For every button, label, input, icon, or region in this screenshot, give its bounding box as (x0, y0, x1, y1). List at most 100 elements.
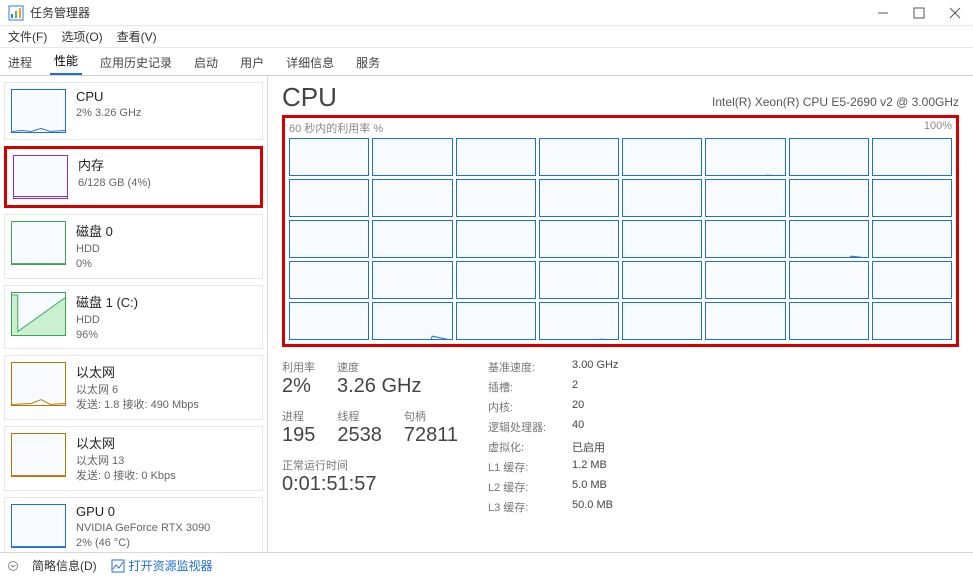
sidebar-item-sub2: 发送: 0 接收: 0 Kbps (76, 469, 176, 484)
cpu-core-cell (456, 179, 536, 217)
brief-info-link[interactable]: 简略信息(D) (32, 557, 97, 574)
thread-value: 2538 (337, 424, 382, 447)
net-thumb (11, 433, 66, 477)
cpu-core-cell (789, 220, 869, 258)
cpu-core-cell (789, 302, 869, 340)
sidebar-item-label: 以太网 (76, 433, 176, 452)
cpu-core-cell (289, 138, 369, 176)
cpu-core-cell (622, 138, 702, 176)
speed-label: 速度 (337, 359, 421, 375)
proc-value: 195 (282, 424, 315, 447)
sidebar-item-sub: 以太网 13 (76, 454, 176, 469)
graph-label: 60 秒内的利用率 % (289, 120, 383, 136)
uptime-value: 0:01:51:57 (282, 473, 458, 496)
menu-file[interactable]: 文件(F) (8, 28, 47, 45)
cpu-core-cell (539, 220, 619, 258)
cpu-core-cell (456, 138, 536, 176)
open-resmon-link[interactable]: 打开资源监视器 (111, 557, 213, 574)
uptime-label: 正常运行时间 (282, 457, 458, 473)
sidebar-item-disk1[interactable]: 磁盘 1 (C:) HDD 96% (4, 285, 263, 350)
cpu-core-cell (289, 302, 369, 340)
sidebar-item-memory[interactable]: 内存 6/128 GB (4%) (4, 146, 263, 208)
sidebar-item-label: 以太网 (76, 362, 199, 381)
menu-view[interactable]: 查看(V) (117, 28, 157, 45)
basespeed-v: 3.00 GHz (572, 359, 618, 375)
maximize-button[interactable] (913, 7, 925, 19)
cpu-core-cell (539, 261, 619, 299)
sidebar-item-sub: 6/128 GB (4%) (78, 176, 151, 191)
window-title: 任务管理器 (30, 4, 877, 21)
cores-v: 20 (572, 399, 618, 415)
tab-history[interactable]: 应用历史记录 (96, 50, 176, 75)
sidebar-item-label: GPU 0 (76, 504, 210, 519)
sidebar-item-cpu[interactable]: CPU 2% 3.26 GHz (4, 82, 263, 140)
basespeed-k: 基准速度: (488, 359, 572, 375)
cpu-core-cell (622, 261, 702, 299)
sidebar-item-gpu0[interactable]: GPU 0 NVIDIA GeForce RTX 3090 2% (46 °C) (4, 497, 263, 552)
sidebar-item-sub: 以太网 6 (76, 383, 199, 398)
util-label: 利用率 (282, 359, 315, 375)
cpu-core-cell (456, 261, 536, 299)
stats-section: 利用率2% 速度3.26 GHz 进程195 线程2538 句柄72811 正常… (282, 359, 959, 515)
cpu-core-cell (872, 138, 952, 176)
memory-thumb (13, 155, 68, 199)
cpu-core-cell (622, 220, 702, 258)
menu-options[interactable]: 选项(O) (61, 28, 102, 45)
l2-k: L2 缓存: (488, 479, 572, 495)
disk-thumb (11, 221, 66, 265)
net-thumb (11, 362, 66, 406)
close-button[interactable] (949, 7, 961, 19)
cpu-core-cell (705, 138, 785, 176)
sidebar-item-eth1[interactable]: 以太网 以太网 13 发送: 0 接收: 0 Kbps (4, 426, 263, 491)
cpu-core-cell (289, 261, 369, 299)
chevron-down-icon[interactable] (8, 561, 18, 571)
tab-processes[interactable]: 进程 (4, 50, 36, 75)
l1-v: 1.2 MB (572, 459, 618, 475)
sidebar-item-eth0[interactable]: 以太网 以太网 6 发送: 1.8 接收: 490 Mbps (4, 355, 263, 420)
sidebar-item-sub2: 发送: 1.8 接收: 490 Mbps (76, 398, 199, 413)
cpu-core-cell (372, 138, 452, 176)
content-pane: CPU Intel(R) Xeon(R) CPU E5-2690 v2 @ 3.… (268, 76, 973, 552)
cpu-core-grid (289, 138, 952, 340)
cpu-core-cell (456, 220, 536, 258)
tab-services[interactable]: 服务 (352, 50, 384, 75)
cpu-core-cell (539, 302, 619, 340)
sidebar-item-label: 磁盘 0 (76, 221, 113, 240)
sidebar-item-sub: HDD (76, 313, 138, 328)
virt-v: 已启用 (572, 439, 618, 455)
sidebar-item-sub: NVIDIA GeForce RTX 3090 (76, 521, 210, 536)
cpu-core-cell (289, 220, 369, 258)
tab-startup[interactable]: 启动 (190, 50, 222, 75)
resmon-icon (111, 559, 125, 573)
handle-label: 句柄 (404, 408, 458, 424)
cpu-utilization-graph[interactable]: 60 秒内的利用率 % 100% (282, 115, 959, 347)
virt-k: 虚拟化: (488, 439, 572, 455)
cpu-core-cell (789, 261, 869, 299)
cpu-core-cell (456, 302, 536, 340)
tab-users[interactable]: 用户 (236, 50, 268, 75)
page-title: CPU (282, 82, 337, 113)
cpu-core-cell (539, 138, 619, 176)
cpu-core-cell (622, 302, 702, 340)
gpu-thumb (11, 504, 66, 548)
cpu-core-cell (705, 220, 785, 258)
cpu-core-cell (372, 261, 452, 299)
menubar: 文件(F) 选项(O) 查看(V) (0, 26, 973, 48)
sidebar-item-sub: HDD (76, 242, 113, 257)
l3-v: 50.0 MB (572, 499, 618, 515)
footer: 简略信息(D) 打开资源监视器 (0, 552, 973, 578)
cpu-core-cell (872, 220, 952, 258)
thread-label: 线程 (337, 408, 382, 424)
sidebar-item-label: 内存 (78, 155, 151, 174)
minimize-button[interactable] (877, 7, 889, 19)
tab-details[interactable]: 详细信息 (282, 50, 338, 75)
sidebar-item-disk0[interactable]: 磁盘 0 HDD 0% (4, 214, 263, 279)
cpu-core-cell (872, 261, 952, 299)
cpu-core-cell (372, 179, 452, 217)
tab-performance[interactable]: 性能 (50, 48, 82, 75)
lprocs-k: 逻辑处理器: (488, 419, 572, 435)
sidebar-item-label: CPU (76, 89, 141, 104)
tabbar: 进程 性能 应用历史记录 启动 用户 详细信息 服务 (0, 48, 973, 76)
l1-k: L1 缓存: (488, 459, 572, 475)
cpu-core-cell (622, 179, 702, 217)
